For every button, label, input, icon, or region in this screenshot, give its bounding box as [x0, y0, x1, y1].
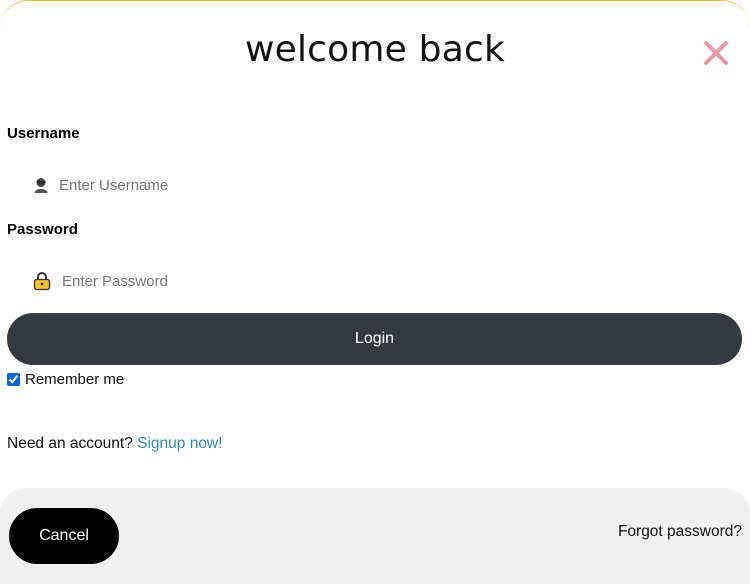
username-input[interactable] — [59, 176, 659, 194]
username-label: Username — [7, 125, 80, 142]
cancel-button[interactable]: Cancel — [9, 508, 119, 564]
lock-icon — [32, 271, 52, 291]
password-input[interactable] — [62, 272, 662, 290]
remember-label: Remember me — [25, 371, 125, 388]
user-icon — [31, 175, 51, 195]
remember-me[interactable]: Remember me — [7, 371, 124, 388]
password-label: Password — [7, 221, 78, 238]
signup-link[interactable]: Signup now! — [137, 435, 222, 452]
signup-prompt-row: Need an account? Signup now! — [7, 435, 222, 453]
login-modal: welcome back Username Password Login — [0, 0, 750, 584]
login-button[interactable]: Login — [7, 313, 742, 365]
signup-prompt: Need an account? — [7, 435, 138, 452]
forgot-password-link[interactable]: Forgot password? — [618, 523, 742, 541]
password-field-row — [7, 261, 742, 301]
remember-checkbox[interactable] — [7, 373, 20, 386]
username-field-row — [7, 165, 742, 205]
modal-footer: Cancel Forgot password? — [0, 488, 750, 584]
modal-title: welcome back — [244, 29, 506, 70]
close-icon[interactable] — [700, 37, 732, 69]
